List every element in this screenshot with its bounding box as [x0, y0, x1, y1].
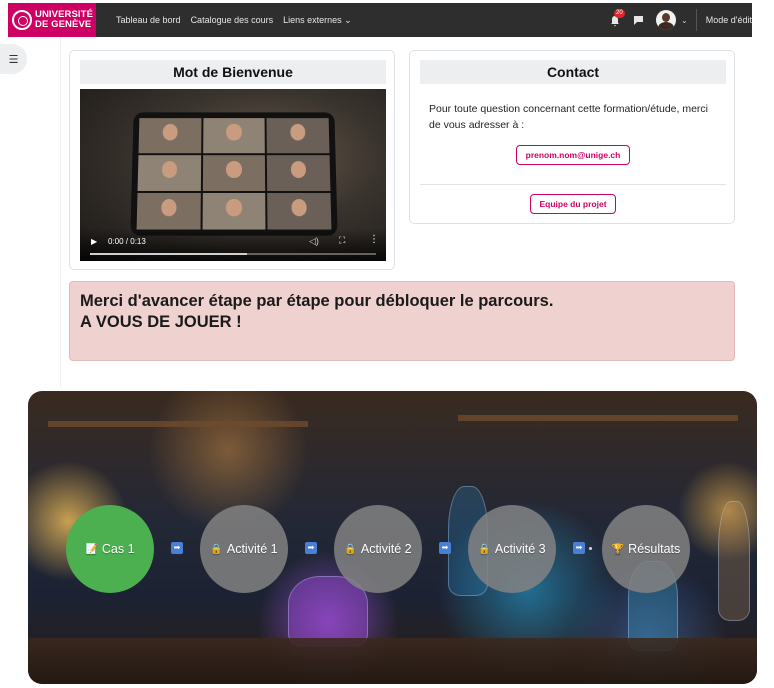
video-participant: [267, 155, 331, 191]
contact-card-title: Contact: [420, 60, 726, 84]
lock-icon: 🔒: [344, 543, 357, 555]
connector-dot: [589, 547, 592, 550]
brand-line-2: DE GENÈVE: [35, 19, 92, 30]
video-participant: [202, 192, 266, 230]
arrow-right-icon: ➡: [305, 542, 317, 554]
video-participant: [202, 118, 266, 154]
step-case-1[interactable]: 📝 Cas 1: [66, 505, 154, 593]
document-icon: 📝: [85, 543, 98, 555]
notification-badge: 20: [614, 9, 625, 18]
navbar-divider: [695, 9, 697, 31]
welcome-card-title: Mot de Bienvenue: [80, 60, 386, 84]
fullscreen-icon[interactable]: ⛶: [339, 235, 345, 246]
alert-line-1: Merci d'avancer étape par étape pour déb…: [80, 292, 554, 310]
step-activity-2[interactable]: 🔒 Activité 2: [334, 505, 422, 593]
more-options-icon[interactable]: ⋮: [369, 234, 379, 245]
step-results[interactable]: 🏆 Résultats: [602, 505, 690, 593]
step-label: Activité 3: [494, 542, 546, 556]
edit-mode-toggle[interactable]: Mode d'édit: [706, 15, 752, 25]
step-label: Activité 2: [360, 542, 412, 556]
video-participant: [202, 155, 266, 191]
contact-text: Pour toute question concernant cette for…: [429, 103, 708, 131]
video-progress-bar[interactable]: [90, 253, 376, 255]
background-table: [28, 638, 757, 684]
content-border: [60, 37, 61, 387]
arrow-right-icon: ➡: [171, 542, 183, 554]
arrow-right-icon: ➡: [573, 542, 585, 554]
list-icon: ☰: [8, 53, 19, 66]
top-navbar: UNIVERSITÉ DE GENÈVE Tableau de bord Cat…: [8, 3, 752, 37]
user-avatar[interactable]: [656, 10, 677, 30]
step-activity-3[interactable]: 🔒 Activité 3: [468, 505, 556, 593]
welcome-card: Mot de Bienvenue ▶ 0:00 / 0:13 ◁) ⛶ ⋮: [69, 50, 395, 270]
learning-path-banner: 📝 Cas 1 ➡ 🔒 Activité 1 ➡ 🔒 Activité 2 ➡ …: [28, 391, 757, 684]
video-participant: [137, 155, 201, 191]
potion-bottle-image: [718, 501, 750, 621]
video-participant: [266, 118, 330, 154]
progress-instructions-alert: Merci d'avancer étape par étape pour déb…: [69, 281, 735, 361]
video-participant: [136, 192, 201, 230]
play-icon[interactable]: ▶: [91, 237, 97, 246]
video-buffer-fill: [90, 253, 248, 255]
video-controls: ▶ 0:00 / 0:13 ◁) ⛶ ⋮: [80, 229, 386, 261]
video-participant: [138, 118, 202, 154]
project-team-button[interactable]: Equipe du projet: [530, 194, 616, 214]
volume-icon[interactable]: ◁): [309, 236, 319, 247]
alert-line-2: A VOUS DE JOUER !: [80, 313, 242, 331]
step-activity-1[interactable]: 🔒 Activité 1: [200, 505, 288, 593]
contact-divider: [420, 184, 726, 185]
nav-link-dashboard[interactable]: Tableau de bord: [116, 15, 181, 26]
step-label: Résultats: [628, 542, 681, 556]
video-participant: [267, 192, 332, 230]
step-label: Activité 1: [226, 542, 278, 556]
contact-email-button[interactable]: prenom.nom@unige.ch: [516, 145, 630, 165]
video-time: 0:00 / 0:13: [108, 237, 146, 246]
university-seal-icon: [12, 10, 32, 30]
chevron-down-icon[interactable]: ⌄: [681, 16, 688, 25]
course-index-toggle[interactable]: ☰: [0, 44, 27, 74]
lock-icon: 🔒: [210, 543, 223, 555]
background-shelf: [458, 415, 738, 421]
nav-link-course-catalog[interactable]: Catalogue des cours: [191, 15, 274, 26]
step-label: Cas 1: [101, 542, 135, 556]
chat-icon[interactable]: [633, 15, 656, 26]
background-shelf: [48, 421, 308, 427]
video-frame-tablet: [130, 112, 338, 236]
bell-icon[interactable]: 20: [609, 9, 625, 27]
lock-icon: 🔒: [478, 543, 491, 555]
contact-card: Contact Pour toute question concernant c…: [409, 50, 735, 224]
trophy-icon: 🏆: [611, 543, 625, 555]
arrow-right-icon: ➡: [439, 542, 451, 554]
welcome-video[interactable]: ▶ 0:00 / 0:13 ◁) ⛶ ⋮: [80, 89, 386, 261]
nav-link-external-links[interactable]: Liens externes ⌄: [283, 15, 352, 26]
university-logo[interactable]: UNIVERSITÉ DE GENÈVE: [8, 3, 96, 37]
